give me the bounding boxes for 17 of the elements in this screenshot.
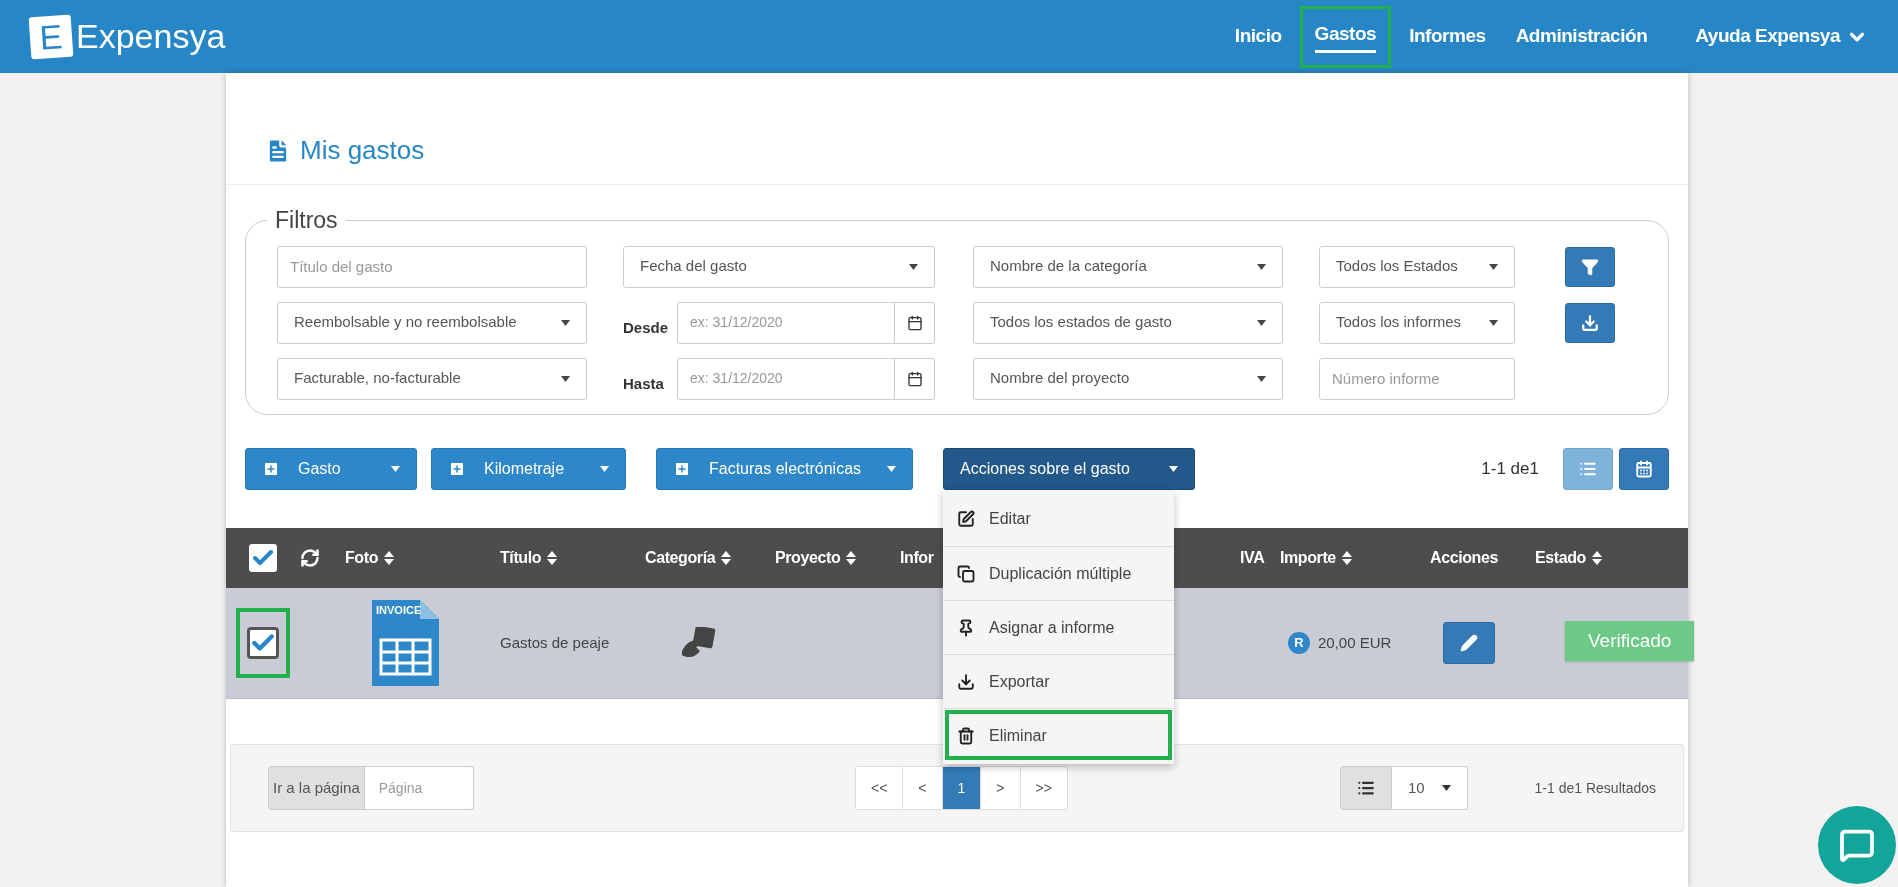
date-label: Hasta [623, 374, 665, 395]
refund-badge: R [1288, 632, 1310, 654]
logo-mark: E [28, 14, 74, 59]
thumbnail-label: INVOICE [376, 603, 422, 618]
amount: 20,00 EUR [1318, 632, 1392, 653]
column-header: IVA [1240, 548, 1265, 568]
goto-label: Ir a la página [268, 766, 365, 810]
column-header: Acciones [1430, 548, 1498, 568]
result-count: 1-1 de1 [1481, 458, 1539, 481]
table-cell: Gastos de peaje [500, 633, 610, 651]
date-label: Desde [623, 318, 667, 339]
results-summary: 1-1 de1 Resultados [1534, 778, 1656, 798]
status-badge: Verificado [1565, 620, 1695, 662]
column-header: Infor [900, 548, 934, 568]
filter-legend: Filtros [267, 203, 346, 238]
brand-name: Expensya [76, 16, 226, 57]
page-title: Mis gastos [300, 134, 425, 167]
